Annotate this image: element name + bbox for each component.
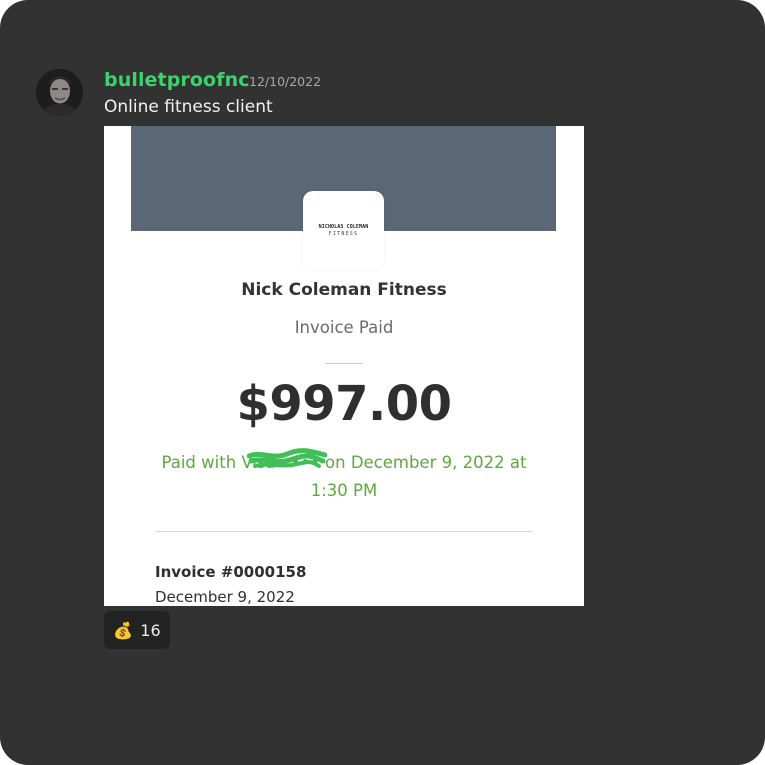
logo-text-line2: FITNESS (328, 231, 359, 237)
avatar[interactable] (36, 69, 83, 116)
business-name: Nick Coleman Fitness (241, 280, 447, 300)
reaction-count: 16 (140, 620, 161, 640)
username[interactable]: bulletproofnc (104, 69, 250, 91)
message-timestamp: 12/10/2022 (249, 74, 322, 89)
divider (155, 531, 533, 532)
redaction-scribble (247, 448, 327, 468)
message-text: Online fitness client (104, 97, 273, 117)
invoice-number: Invoice #0000158 (155, 563, 307, 581)
logo-text-line1: NICHOLAS COLEMAN (318, 224, 369, 230)
avatar-image (36, 69, 83, 116)
chat-frame: bulletproofnc 12/10/2022 Online fitness … (0, 0, 765, 765)
business-logo: NICHOLAS COLEMAN FITNESS (303, 191, 384, 270)
reaction-button[interactable]: 💰 16 (104, 611, 170, 649)
divider (325, 363, 363, 364)
invoice-amount: $997.00 (236, 376, 452, 432)
money-bag-icon: 💰 (113, 620, 134, 640)
image-attachment[interactable]: NICHOLAS COLEMAN FITNESS Nick Coleman Fi… (104, 126, 584, 606)
payment-details: Paid with Visa •••• on December 9, 2022 … (161, 453, 527, 500)
invoice-date: December 9, 2022 (155, 588, 295, 606)
invoice-status: Invoice Paid (294, 318, 394, 337)
